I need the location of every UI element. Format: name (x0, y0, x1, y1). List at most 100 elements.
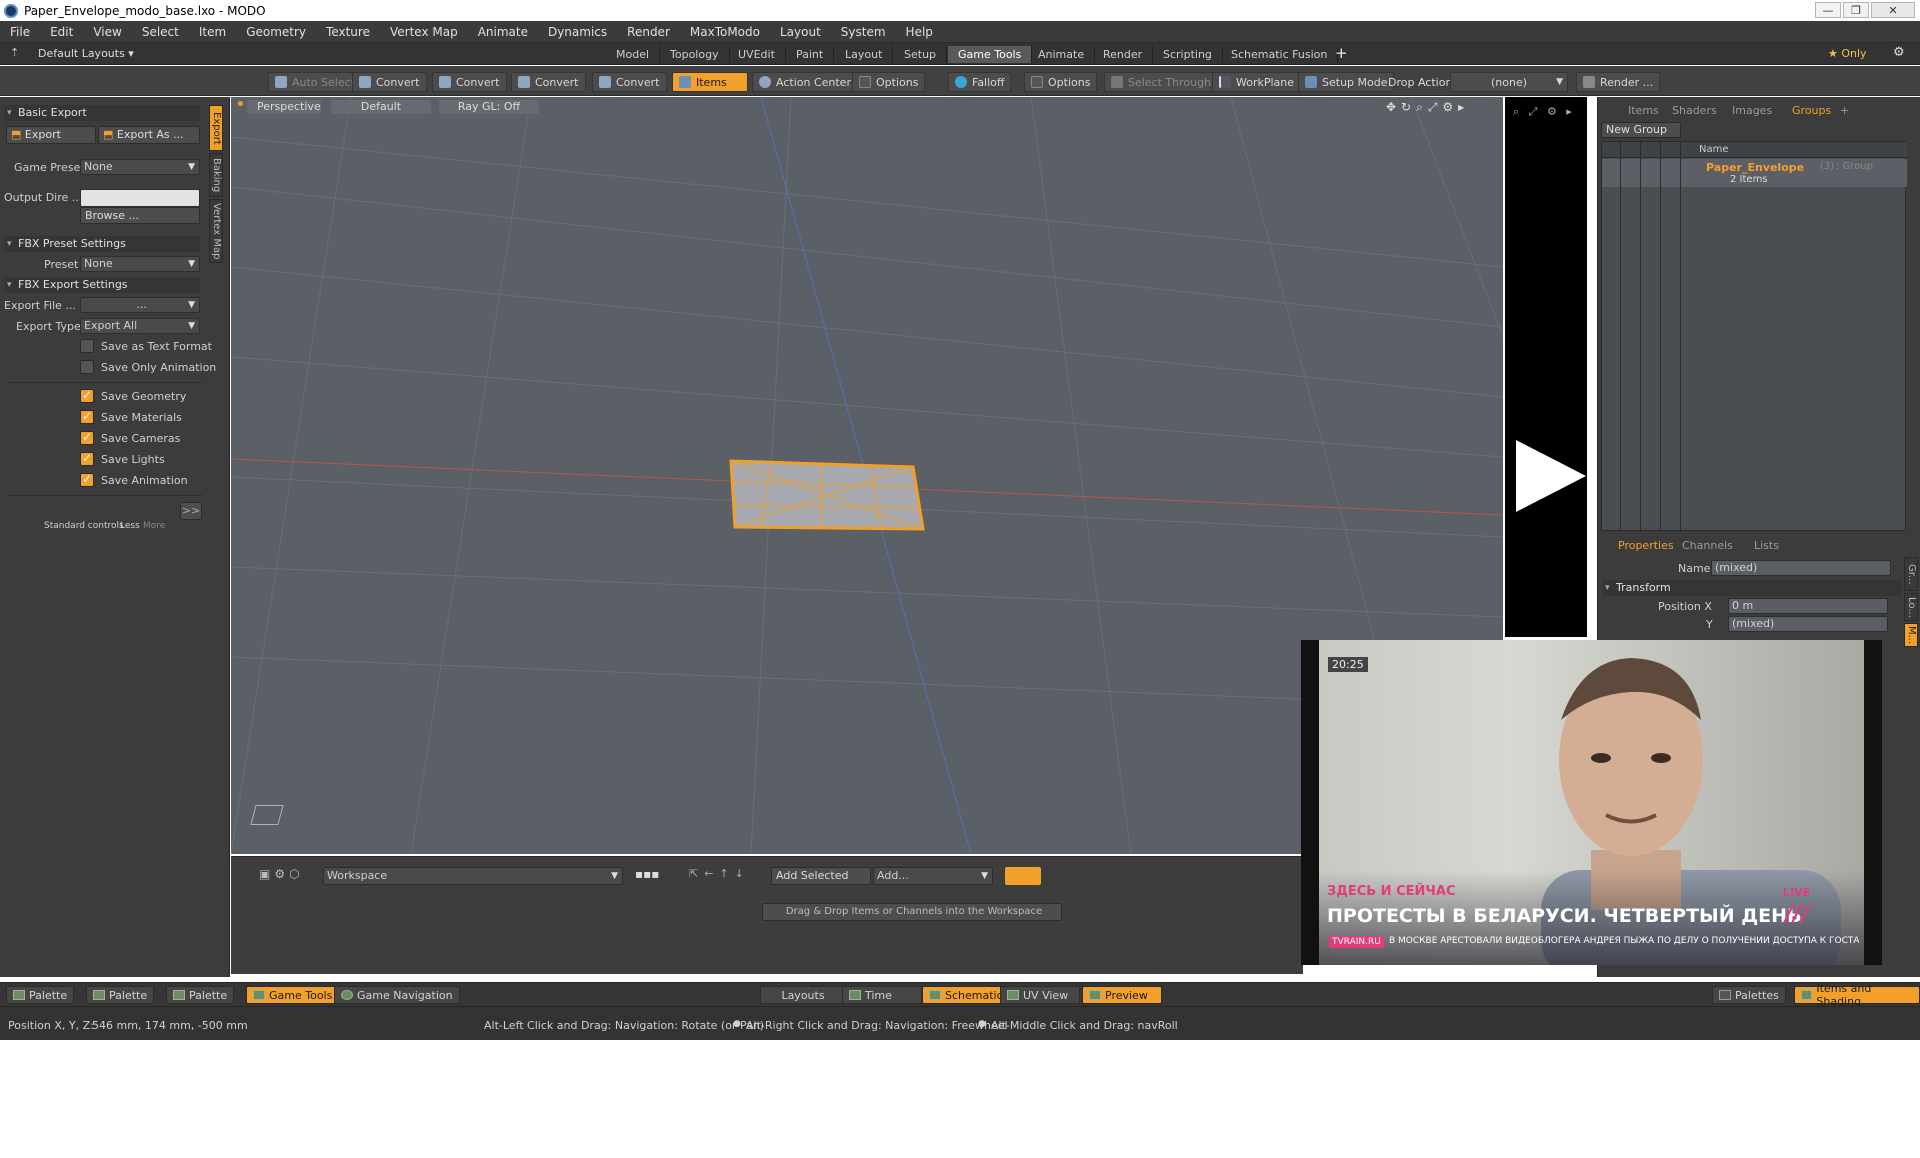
position-y-field[interactable]: (mixed) (1728, 616, 1888, 632)
menu-vertex-map[interactable]: Vertex Map (380, 21, 468, 43)
tab-export[interactable]: Export (209, 105, 223, 151)
export-button[interactable]: ⬒ Export (6, 126, 96, 144)
menu-edit[interactable]: Edit (40, 21, 83, 43)
tab-uvedit[interactable]: UVEdit (728, 46, 786, 63)
menu-geometry[interactable]: Geometry (236, 21, 316, 43)
tab-animate[interactable]: Animate (1028, 46, 1096, 63)
group-row[interactable]: Paper_Envelope (3) : Group 2 Items (1602, 159, 1907, 187)
game-tools-button[interactable]: Game Tools (246, 986, 340, 1004)
uv-view-button[interactable]: UV View (1000, 986, 1080, 1004)
palettes-button[interactable]: Palettes (1712, 986, 1786, 1004)
add-selected-button[interactable]: Add Selected (771, 867, 871, 885)
convert-button-2[interactable]: Convert (432, 72, 507, 92)
basic-export-header[interactable]: Basic Export (4, 105, 200, 121)
menu-file[interactable]: File (0, 21, 40, 43)
menu-help[interactable]: Help (896, 21, 943, 43)
export-type-dropdown[interactable]: Export All ▼ (80, 318, 200, 334)
browse-button[interactable]: Browse ... (80, 207, 200, 224)
ray-gl-toggle[interactable]: Ray GL: Off (439, 100, 539, 114)
fbx-preset-settings-header[interactable]: FBX Preset Settings (4, 236, 200, 252)
position-x-field[interactable]: 0 m (1728, 598, 1888, 614)
layout-grid-icon[interactable]: ▪▪▪ (635, 867, 659, 881)
video-overlay[interactable]: 20:25 ЗДЕСЬ И СЕЙЧАС ПРОТЕСТЫ В БЕЛАРУСИ… (1301, 640, 1882, 965)
options-button-2[interactable]: Options (1024, 72, 1098, 92)
tab-channels[interactable]: Channels (1682, 538, 1733, 553)
tab-images[interactable]: Images (1732, 103, 1772, 118)
tab-shaders[interactable]: Shaders (1672, 103, 1717, 118)
falloff-button[interactable]: Falloff (948, 72, 1012, 92)
workplane-button[interactable]: WorkPlane (1212, 72, 1302, 92)
save-only-animation-checkbox[interactable] (80, 360, 94, 374)
save-cameras-checkbox[interactable] (80, 430, 94, 445)
select-through-button[interactable]: Select Through (1104, 72, 1219, 92)
less-link[interactable]: Less (120, 521, 140, 531)
play-icon[interactable] (1516, 440, 1586, 512)
save-lights-checkbox[interactable] (80, 451, 94, 466)
palette-button-1[interactable]: Palette (6, 986, 75, 1004)
drop-action-dropdown[interactable]: (none) ▼ (1450, 72, 1568, 92)
menu-dynamics[interactable]: Dynamics (538, 21, 617, 43)
schematic-workspace[interactable]: ▣⚙⬡ Workspace ▼ ▪▪▪ ⇱←↑↓ Add Selected Add… (231, 856, 1303, 974)
options-button-1[interactable]: Options (852, 72, 926, 92)
palette-button-2[interactable]: Palette (86, 986, 155, 1004)
layouts-button[interactable]: Layouts (760, 986, 846, 1004)
convert-button-3[interactable]: Convert (511, 72, 586, 92)
tab-setup[interactable]: Setup (894, 46, 948, 63)
menu-view[interactable]: View (83, 21, 131, 43)
menu-select[interactable]: Select (132, 21, 189, 43)
tab-render[interactable]: Render (1093, 46, 1154, 63)
mini-toolbar-icons[interactable]: ⌕ ⤢ ⚙ ▸ (1513, 105, 1575, 119)
save-materials-checkbox[interactable] (80, 409, 94, 424)
new-group-button[interactable]: New Group (1601, 122, 1681, 138)
viewport-nav-icons[interactable]: ✥↻⌕⤢⚙▸ (1386, 100, 1469, 115)
side-tab-m[interactable]: M... (1904, 623, 1918, 647)
render-button[interactable]: Render ... (1576, 72, 1661, 92)
game-preset-dropdown[interactable]: None ▼ (80, 159, 200, 175)
tab-game-tools[interactable]: Game Tools (948, 46, 1033, 63)
export-file-dropdown[interactable]: ... ▼ (80, 297, 200, 313)
menu-render[interactable]: Render (617, 21, 680, 43)
palette-button-3[interactable]: Palette (166, 986, 235, 1004)
action-center-button[interactable]: Action Center (752, 72, 858, 92)
convert-button-1[interactable]: Convert (352, 72, 427, 92)
minimize-button[interactable]: — (1815, 2, 1841, 18)
tab-lists[interactable]: Lists (1754, 538, 1779, 553)
shading-style-dropdown[interactable]: Default (331, 100, 431, 114)
save-animation-checkbox[interactable] (80, 472, 94, 487)
settings-gear-icon[interactable]: ⚙ (1893, 45, 1905, 60)
output-dir-input[interactable] (80, 189, 200, 207)
save-geometry-checkbox[interactable] (80, 388, 94, 403)
items-and-shading-button[interactable]: Items and Shading (1794, 982, 1920, 1008)
convert-button-4[interactable]: Convert (592, 72, 667, 92)
arrange-arrows-icons[interactable]: ⇱←↑↓ (689, 867, 750, 880)
transform-header[interactable]: Transform (1602, 580, 1902, 596)
game-navigation-button[interactable]: Game Navigation (334, 986, 460, 1004)
menu-item[interactable]: Item (189, 21, 236, 43)
snap-toggle-icon[interactable] (1005, 867, 1041, 885)
menu-system[interactable]: System (831, 21, 896, 43)
viewport-menu-dot-icon[interactable] (238, 101, 243, 106)
name-column-header[interactable]: Name (1699, 144, 1729, 155)
only-toggle[interactable]: ★ Only (1828, 47, 1867, 60)
layout-arrow-icon[interactable]: ⇡ (10, 46, 19, 59)
menu-animate[interactable]: Animate (468, 21, 538, 43)
tab-items[interactable]: Items (1628, 103, 1659, 118)
export-as-button[interactable]: ⬒ Export As ... (98, 126, 200, 144)
preset-dropdown[interactable]: None ▼ (80, 256, 200, 272)
time-button[interactable]: Time (842, 986, 922, 1004)
tab-vertex-map[interactable]: Vertex Map (209, 199, 223, 263)
fbx-export-settings-header[interactable]: FBX Export Settings (4, 277, 200, 293)
items-mode-button[interactable]: Items (672, 72, 748, 92)
schematic-button[interactable]: Schematic (922, 986, 1010, 1004)
view-type-dropdown[interactable]: Perspective (247, 100, 321, 114)
tab-paint[interactable]: Paint (786, 46, 835, 63)
save-as-text-format-checkbox[interactable] (80, 339, 94, 353)
tab-groups[interactable]: Groups (1792, 103, 1831, 118)
auto-select-button[interactable]: Auto Select (268, 72, 362, 92)
side-tab-gr[interactable]: Gr... (1904, 557, 1918, 591)
maximize-button[interactable]: ❐ (1843, 2, 1869, 18)
add-tab-button[interactable]: + (1335, 44, 1348, 62)
menu-layout[interactable]: Layout (770, 21, 831, 43)
workspace-dropdown[interactable]: Workspace ▼ (323, 867, 623, 885)
tab-topology[interactable]: Topology (660, 46, 730, 63)
